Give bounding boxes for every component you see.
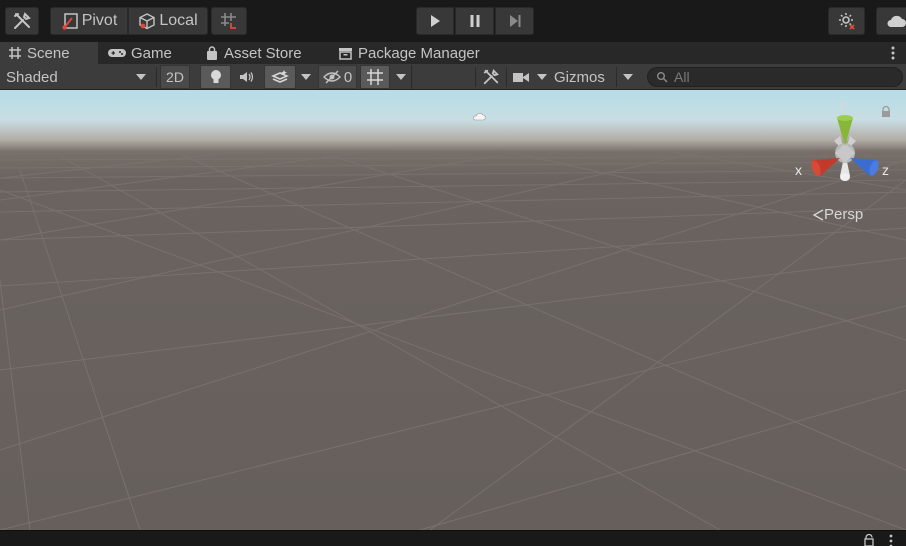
pause-icon <box>470 15 479 27</box>
local-label: Local <box>159 12 198 29</box>
grid-snapping-button[interactable] <box>211 7 247 35</box>
step-button[interactable] <box>495 7 534 35</box>
pivot-toggle-button[interactable]: Pivot <box>50 7 128 35</box>
tab-game-label: Game <box>131 44 172 62</box>
grid-icon <box>367 69 383 85</box>
lighting-toggle-button[interactable] <box>200 65 231 89</box>
effects-toggle-button[interactable] <box>264 65 296 89</box>
2d-label: 2D <box>166 69 184 85</box>
editor-tools-button[interactable] <box>478 65 504 89</box>
scene-visibility-button[interactable]: 0 <box>318 65 357 89</box>
grid-toggle-button[interactable] <box>360 65 390 89</box>
gizmo-y-label: y <box>839 96 846 112</box>
perspective-icon <box>812 208 824 221</box>
sparkle-settings-icon <box>838 13 855 30</box>
eye-hidden-icon <box>322 70 341 84</box>
pause-button[interactable] <box>455 7 494 35</box>
editor-tab-bar: Scene Game Asset Store Package Manager <box>0 42 906 64</box>
collab-settings-button[interactable] <box>828 7 865 35</box>
pivot-icon <box>62 13 78 30</box>
pivot-label: Pivot <box>81 12 118 29</box>
play-button[interactable] <box>416 7 454 35</box>
lock-icon[interactable] <box>864 534 874 546</box>
bottom-panel-bar <box>0 530 906 546</box>
gamepad-icon <box>108 46 126 60</box>
tab-asset-store[interactable]: Asset Store <box>197 42 322 64</box>
grid-hash-icon <box>8 46 22 60</box>
toolbar-divider <box>616 67 617 87</box>
draw-mode-dropdown[interactable]: Shaded <box>0 65 154 89</box>
tab-scene[interactable]: Scene <box>0 42 98 64</box>
scene-viewport[interactable] <box>0 90 906 530</box>
2d-toggle-button[interactable]: 2D <box>160 65 190 89</box>
local-toggle-button[interactable]: Local <box>128 7 208 35</box>
gizmos-button[interactable]: Gizmos <box>552 65 616 89</box>
tab-asset-store-label: Asset Store <box>224 44 302 62</box>
projection-label: Persp <box>824 206 864 223</box>
effects-dropdown[interactable] <box>296 65 316 89</box>
toolbar-divider <box>506 67 507 87</box>
cloud-icon <box>887 15 906 27</box>
gizmo-x-label: x <box>795 162 802 178</box>
orientation-gizmo[interactable]: y x z <box>790 96 900 196</box>
tab-scene-label: Scene <box>27 44 70 62</box>
toolbar-divider <box>156 67 157 87</box>
chevron-down-icon <box>536 74 547 80</box>
gizmos-label: Gizmos <box>554 68 605 86</box>
grid-snap-icon <box>221 13 236 29</box>
camera-settings-dropdown[interactable] <box>508 65 550 89</box>
speaker-icon <box>240 72 254 82</box>
chevron-down-icon <box>301 74 311 80</box>
more-options-icon[interactable] <box>888 534 894 546</box>
cloud-button[interactable] <box>876 7 906 35</box>
toolbar-divider <box>475 67 476 87</box>
chevron-down-icon <box>136 74 146 80</box>
chevron-down-icon <box>623 74 633 80</box>
video-camera-icon <box>512 73 529 82</box>
search-input[interactable] <box>674 69 894 85</box>
local-cube-icon <box>139 13 156 30</box>
main-toolbar: Pivot Local <box>0 0 906 42</box>
scene-search-field[interactable] <box>647 67 903 87</box>
projection-toggle[interactable]: Persp <box>812 206 863 223</box>
chevron-down-icon <box>395 74 406 80</box>
audio-toggle-button[interactable] <box>232 65 262 89</box>
scene-grid <box>0 149 906 530</box>
play-icon <box>431 15 440 27</box>
draw-mode-value: Shaded <box>6 68 58 86</box>
tab-game[interactable]: Game <box>100 42 196 64</box>
tab-package-manager-label: Package Manager <box>358 44 480 62</box>
more-options-icon[interactable] <box>890 45 896 61</box>
search-icon <box>657 72 668 83</box>
shopping-bag-icon <box>205 45 219 61</box>
layers-effects-icon <box>271 70 289 83</box>
tools-icon <box>483 69 499 85</box>
step-icon <box>509 15 520 27</box>
scene-view-toolbar: Shaded 2D 0 Gizmos <box>0 64 906 90</box>
package-icon <box>338 46 353 60</box>
grid-dropdown[interactable] <box>390 65 412 89</box>
gizmos-dropdown[interactable] <box>618 65 638 89</box>
hidden-count: 0 <box>343 68 353 86</box>
tools-icon[interactable] <box>5 7 39 35</box>
tab-package-manager[interactable]: Package Manager <box>330 42 510 64</box>
gizmo-z-label: z <box>882 162 889 178</box>
directional-light-icon[interactable] <box>472 112 486 122</box>
lightbulb-icon <box>210 70 221 83</box>
